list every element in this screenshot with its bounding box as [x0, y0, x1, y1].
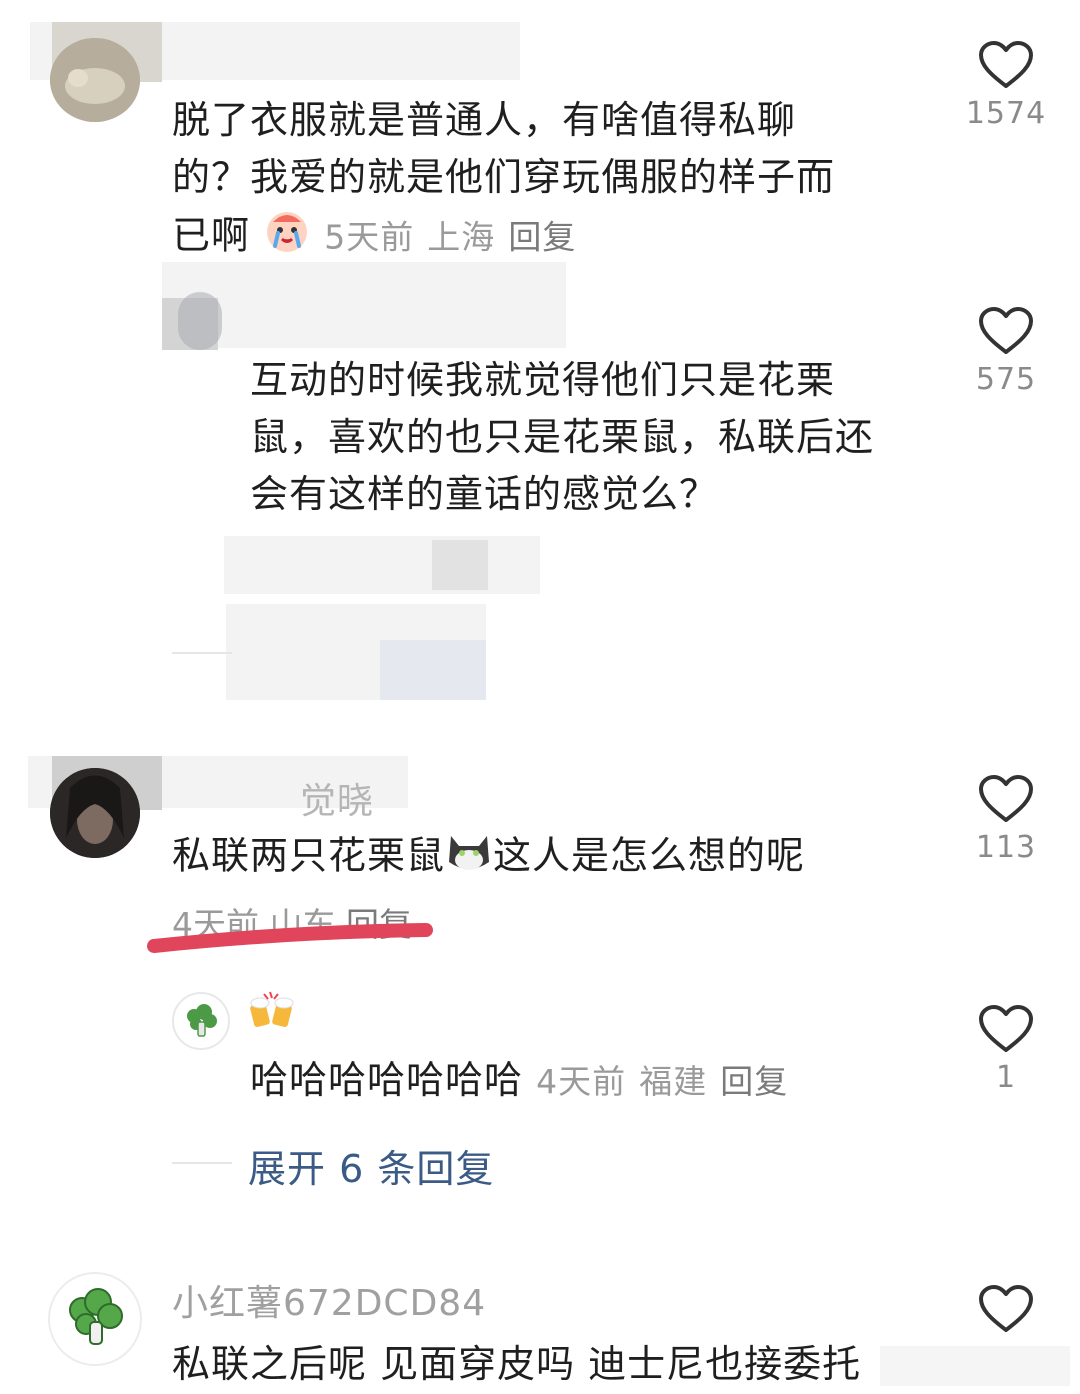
comment-text: 私联之后呢 见面穿皮吗 迪士尼也接委托 [172, 1336, 932, 1393]
like-count: 575 [975, 362, 1037, 397]
censor-block [224, 536, 540, 594]
username[interactable]: 觉晓 [300, 772, 374, 824]
username[interactable]: 小红薯672DCD84 [172, 1274, 486, 1326]
censor-block [162, 262, 566, 348]
comment-text: 脱了衣服就是普通人，有啥值得私聊 的？我爱的就是他们穿玩偶服的样子而 已啊 5天… [172, 92, 932, 270]
comment-line: 互动的时候我就觉得他们只是花栗 [250, 358, 836, 402]
avatar-image [50, 38, 140, 122]
reply-text: 哈哈哈哈哈哈哈 4天前 福建 回复 [250, 1052, 950, 1110]
comment-line: 已啊 [172, 213, 251, 258]
like-button[interactable]: 113 [946, 774, 1066, 865]
comment-location: 福建 [639, 1062, 708, 1101]
watermark [880, 1346, 1070, 1386]
like-count: 113 [975, 830, 1037, 865]
highlight-underline [147, 923, 433, 953]
comment-text-part: 私联之后呢 见面穿皮吗 迪士尼也接委托 [172, 1342, 862, 1386]
like-button[interactable] [946, 1284, 1066, 1334]
like-button[interactable]: 1 [946, 1004, 1066, 1095]
comment-location: 上海 [427, 217, 496, 257]
cat-emoji-icon [445, 826, 493, 890]
divider [172, 1162, 232, 1164]
comment-line: 脱了衣服就是普通人，有啥值得私聊 [172, 98, 797, 142]
avatar-image [50, 768, 140, 858]
comment-time: 5天前 [324, 217, 415, 257]
heart-icon [979, 41, 1033, 88]
comment-text-part: 这人是怎么想的呢 [493, 833, 806, 878]
censor-block [432, 540, 488, 590]
comment-text-part: 哈哈哈哈哈哈哈 [250, 1058, 524, 1102]
comment-line: 鼠，喜欢的也只是花栗鼠，私联后还 [250, 415, 875, 459]
like-button[interactable]: 575 [946, 306, 1066, 397]
reply-button[interactable]: 回复 [508, 218, 576, 257]
comment-time: 4天前 [536, 1062, 627, 1101]
heart-icon [979, 775, 1033, 822]
avatar[interactable] [172, 992, 230, 1050]
comment-line: 会有这样的童话的感觉么？ [250, 472, 719, 516]
like-count: 1 [995, 1060, 1017, 1095]
broccoli-icon [69, 1288, 123, 1345]
divider [172, 652, 232, 654]
heart-icon [979, 307, 1033, 354]
heart-icon [979, 1005, 1033, 1052]
avatar[interactable] [178, 292, 222, 350]
broccoli-icon [187, 1004, 217, 1037]
censor-block [380, 640, 486, 700]
avatar[interactable] [50, 768, 140, 858]
like-count: 1574 [965, 96, 1047, 131]
expand-replies-button[interactable]: 展开 6 条回复 [248, 1138, 494, 1193]
reply-text: 互动的时候我就觉得他们只是花栗 鼠，喜欢的也只是花栗鼠，私联后还 会有这样的童话… [250, 352, 950, 523]
comment-line: 的？我爱的就是他们穿玩偶服的样子而 [172, 155, 836, 199]
avatar[interactable] [50, 38, 140, 122]
avatar[interactable] [48, 1272, 142, 1366]
comment-text-part: 私联两只花栗鼠 [172, 833, 446, 878]
beer-cheers-emoji-icon [246, 990, 298, 1038]
like-button[interactable]: 1574 [946, 40, 1066, 131]
comment-text: 私联两只花栗鼠 这人是怎么想的呢 [172, 826, 932, 890]
crying-emoji-icon [263, 206, 311, 270]
heart-icon [979, 1285, 1033, 1332]
reply-button[interactable]: 回复 [720, 1062, 788, 1101]
